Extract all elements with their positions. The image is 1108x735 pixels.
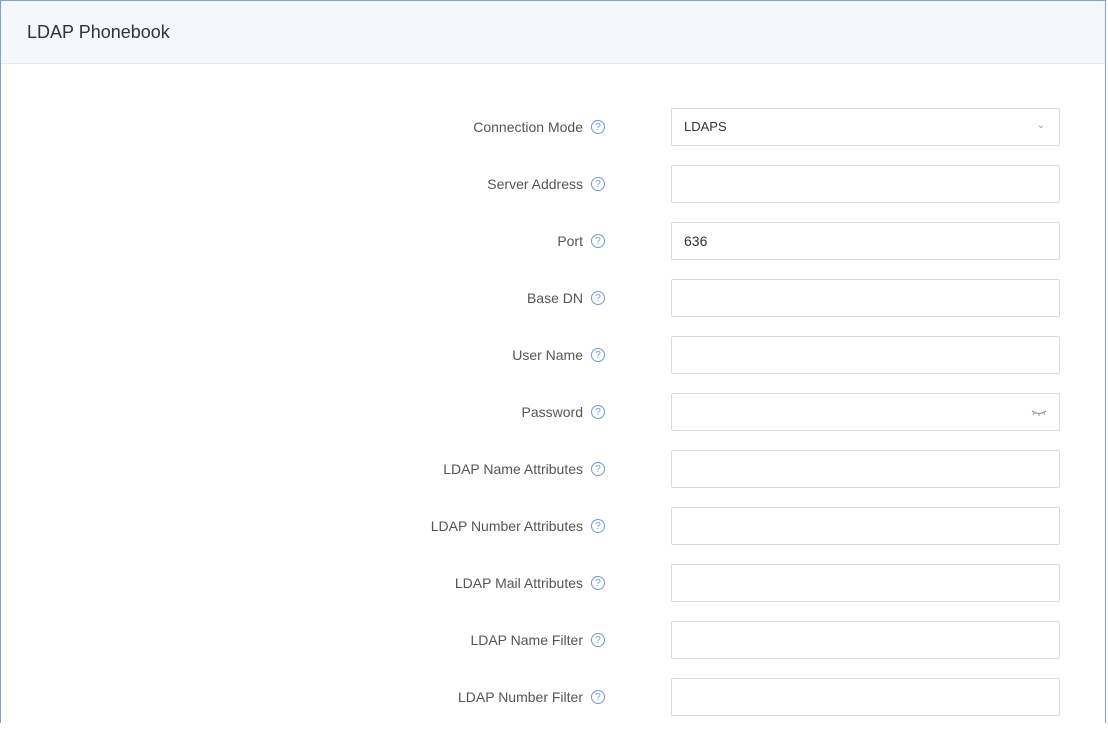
form-row-user-name: User Name ? [1,336,1105,393]
ldap-phonebook-panel: LDAP Phonebook Connection Mode ? LDAPS ⌄… [0,0,1106,723]
label-group: User Name ? [512,336,605,374]
password-field-wrap [671,393,1060,431]
help-icon[interactable]: ? [591,690,605,704]
help-icon[interactable]: ? [591,120,605,134]
form-row-password: Password ? [1,393,1105,450]
connection-mode-label: Connection Mode [473,119,583,135]
form-row-ldap-number-filter: LDAP Number Filter ? [1,678,1105,735]
base-dn-field-wrap [671,279,1060,317]
form-row-port: Port ? [1,222,1105,279]
ldap-name-attributes-field-wrap [671,450,1060,488]
help-icon[interactable]: ? [591,462,605,476]
server-address-label: Server Address [487,176,583,192]
ldap-name-attributes-label: LDAP Name Attributes [443,461,583,477]
ldap-name-filter-label: LDAP Name Filter [470,632,583,648]
ldap-mail-attributes-field-wrap [671,564,1060,602]
label-group: Connection Mode ? [473,108,605,146]
help-icon[interactable]: ? [591,633,605,647]
chevron-down-icon: ⌄ [1036,120,1046,131]
user-name-input[interactable] [672,337,1059,373]
panel-title: LDAP Phonebook [27,21,170,42]
server-address-input[interactable] [672,166,1059,202]
label-group: LDAP Number Attributes ? [431,507,605,545]
password-label: Password [521,404,583,420]
connection-mode-value: LDAPS [684,119,727,134]
help-icon[interactable]: ? [591,405,605,419]
base-dn-label: Base DN [526,290,583,306]
help-icon[interactable]: ? [591,348,605,362]
user-name-field-wrap [671,336,1060,374]
ldap-name-filter-input[interactable] [672,622,1059,658]
form-row-ldap-number-attributes: LDAP Number Attributes ? [1,507,1105,564]
form-row-base-dn: Base DN ? [1,279,1105,336]
help-icon[interactable]: ? [591,576,605,590]
ldap-number-filter-label: LDAP Number Filter [457,689,583,705]
form-row-ldap-name-filter: LDAP Name Filter ? [1,621,1105,678]
password-input[interactable] [672,394,1059,430]
label-group: Base DN ? [527,279,605,317]
ldap-number-filter-field-wrap [671,678,1060,716]
base-dn-input[interactable] [672,280,1059,316]
help-icon[interactable]: ? [591,234,605,248]
form-row-ldap-mail-attributes: LDAP Mail Attributes ? [1,564,1105,621]
help-icon[interactable]: ? [591,519,605,533]
label-group: LDAP Name Filter ? [470,621,605,659]
label-group: LDAP Number Filter ? [458,678,605,716]
label-group: Server Address ? [487,165,605,203]
form-row-server-address: Server Address ? [1,165,1105,222]
label-group: LDAP Mail Attributes ? [455,564,605,602]
user-name-label: User Name [512,347,583,363]
ldap-form: Connection Mode ? LDAPS ⌄ Server Address… [1,108,1105,735]
label-group: Password ? [522,393,605,431]
form-row-connection-mode: Connection Mode ? LDAPS ⌄ [1,108,1105,165]
ldap-number-attributes-input[interactable] [672,508,1059,544]
port-label: Port [557,233,583,249]
server-address-field-wrap [671,165,1060,203]
port-input[interactable] [672,223,1059,259]
port-field-wrap [671,222,1060,260]
label-group: LDAP Name Attributes ? [443,450,605,488]
eye-closed-icon[interactable] [1031,405,1047,419]
panel-header: LDAP Phonebook [1,1,1105,64]
ldap-name-attributes-input[interactable] [672,451,1059,487]
connection-mode-select[interactable]: LDAPS ⌄ [671,108,1060,146]
ldap-mail-attributes-label: LDAP Mail Attributes [454,575,583,591]
help-icon[interactable]: ? [591,291,605,305]
ldap-number-attributes-field-wrap [671,507,1060,545]
ldap-number-filter-input[interactable] [672,679,1059,715]
ldap-number-attributes-label: LDAP Number Attributes [430,518,583,534]
label-group: Port ? [557,222,605,260]
help-icon[interactable]: ? [591,177,605,191]
ldap-mail-attributes-input[interactable] [672,565,1059,601]
ldap-name-filter-field-wrap [671,621,1060,659]
form-row-ldap-name-attributes: LDAP Name Attributes ? [1,450,1105,507]
